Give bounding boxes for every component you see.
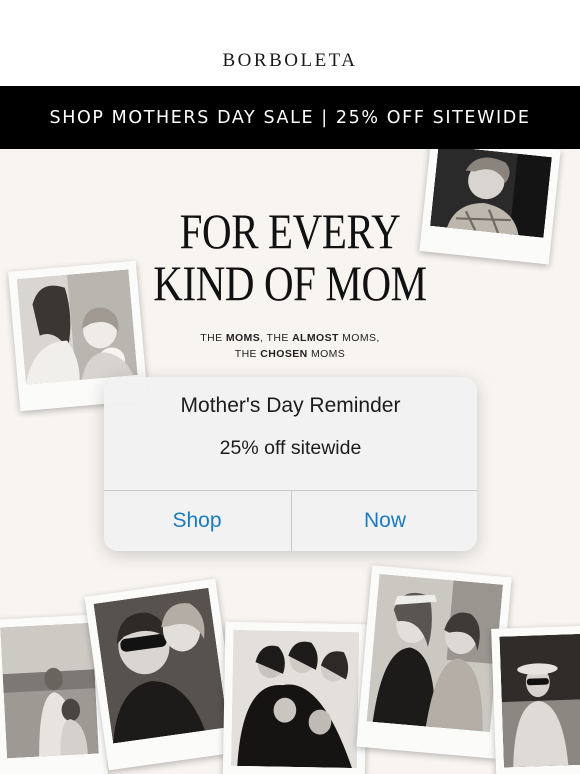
tagline-bold: CHOSEN: [260, 348, 308, 360]
photo-image: [93, 587, 228, 744]
dialog-message: 25% off sitewide: [219, 437, 362, 459]
headline-line-2: KIND OF MOM: [153, 255, 427, 311]
photo-polaroid-bottom-2: [84, 578, 240, 771]
brand-logo[interactable]: BORBOLETA: [0, 50, 580, 72]
photo-image: [230, 629, 360, 769]
tagline-text: MOMS,: [338, 332, 380, 344]
tagline-line-2: THE CHOSEN MOMS: [150, 346, 430, 362]
photo-image: [499, 633, 580, 768]
tagline-text: MOMS: [307, 348, 346, 360]
headline-line-1: FOR EVERY: [179, 203, 401, 259]
reminder-alert-dialog: Mother's Day Reminder 25% off sitewide S…: [104, 377, 477, 551]
tagline-bold: MOMS: [225, 332, 261, 344]
tagline-text: THE: [234, 348, 261, 360]
tagline-text: , THE: [260, 332, 293, 344]
dialog-title: Mother's Day Reminder: [180, 394, 401, 417]
tagline-line-1: THE MOMS, THE ALMOST MOMS,: [150, 330, 430, 346]
photo-polaroid-bottom-4: [356, 565, 512, 759]
tagline-bold: ALMOST: [292, 332, 339, 344]
hero-tagline: THE MOMS, THE ALMOST MOMS, THE CHOSEN MO…: [150, 330, 430, 362]
photo-image: [16, 269, 138, 385]
now-button[interactable]: Now: [292, 491, 477, 551]
photo-image: [366, 573, 503, 733]
photo-polaroid-bottom-5: [491, 625, 580, 774]
hero-section: FOR EVERY KIND OF MOM THE MOMS, THE ALMO…: [0, 149, 580, 774]
photo-polaroid-bottom-3: [222, 621, 368, 774]
sale-banner[interactable]: SHOP MOTHERS DAY SALE | 25% OFF SITEWIDE: [0, 86, 580, 149]
shop-button[interactable]: Shop: [104, 491, 290, 551]
photo-image: [430, 149, 552, 238]
header: BORBOLETA: [0, 0, 580, 86]
hero-headline: FOR EVERY KIND OF MOM: [151, 205, 430, 309]
photo-image: [0, 622, 99, 759]
tagline-text: THE: [200, 332, 226, 344]
photo-polaroid-top-right: [419, 149, 561, 265]
